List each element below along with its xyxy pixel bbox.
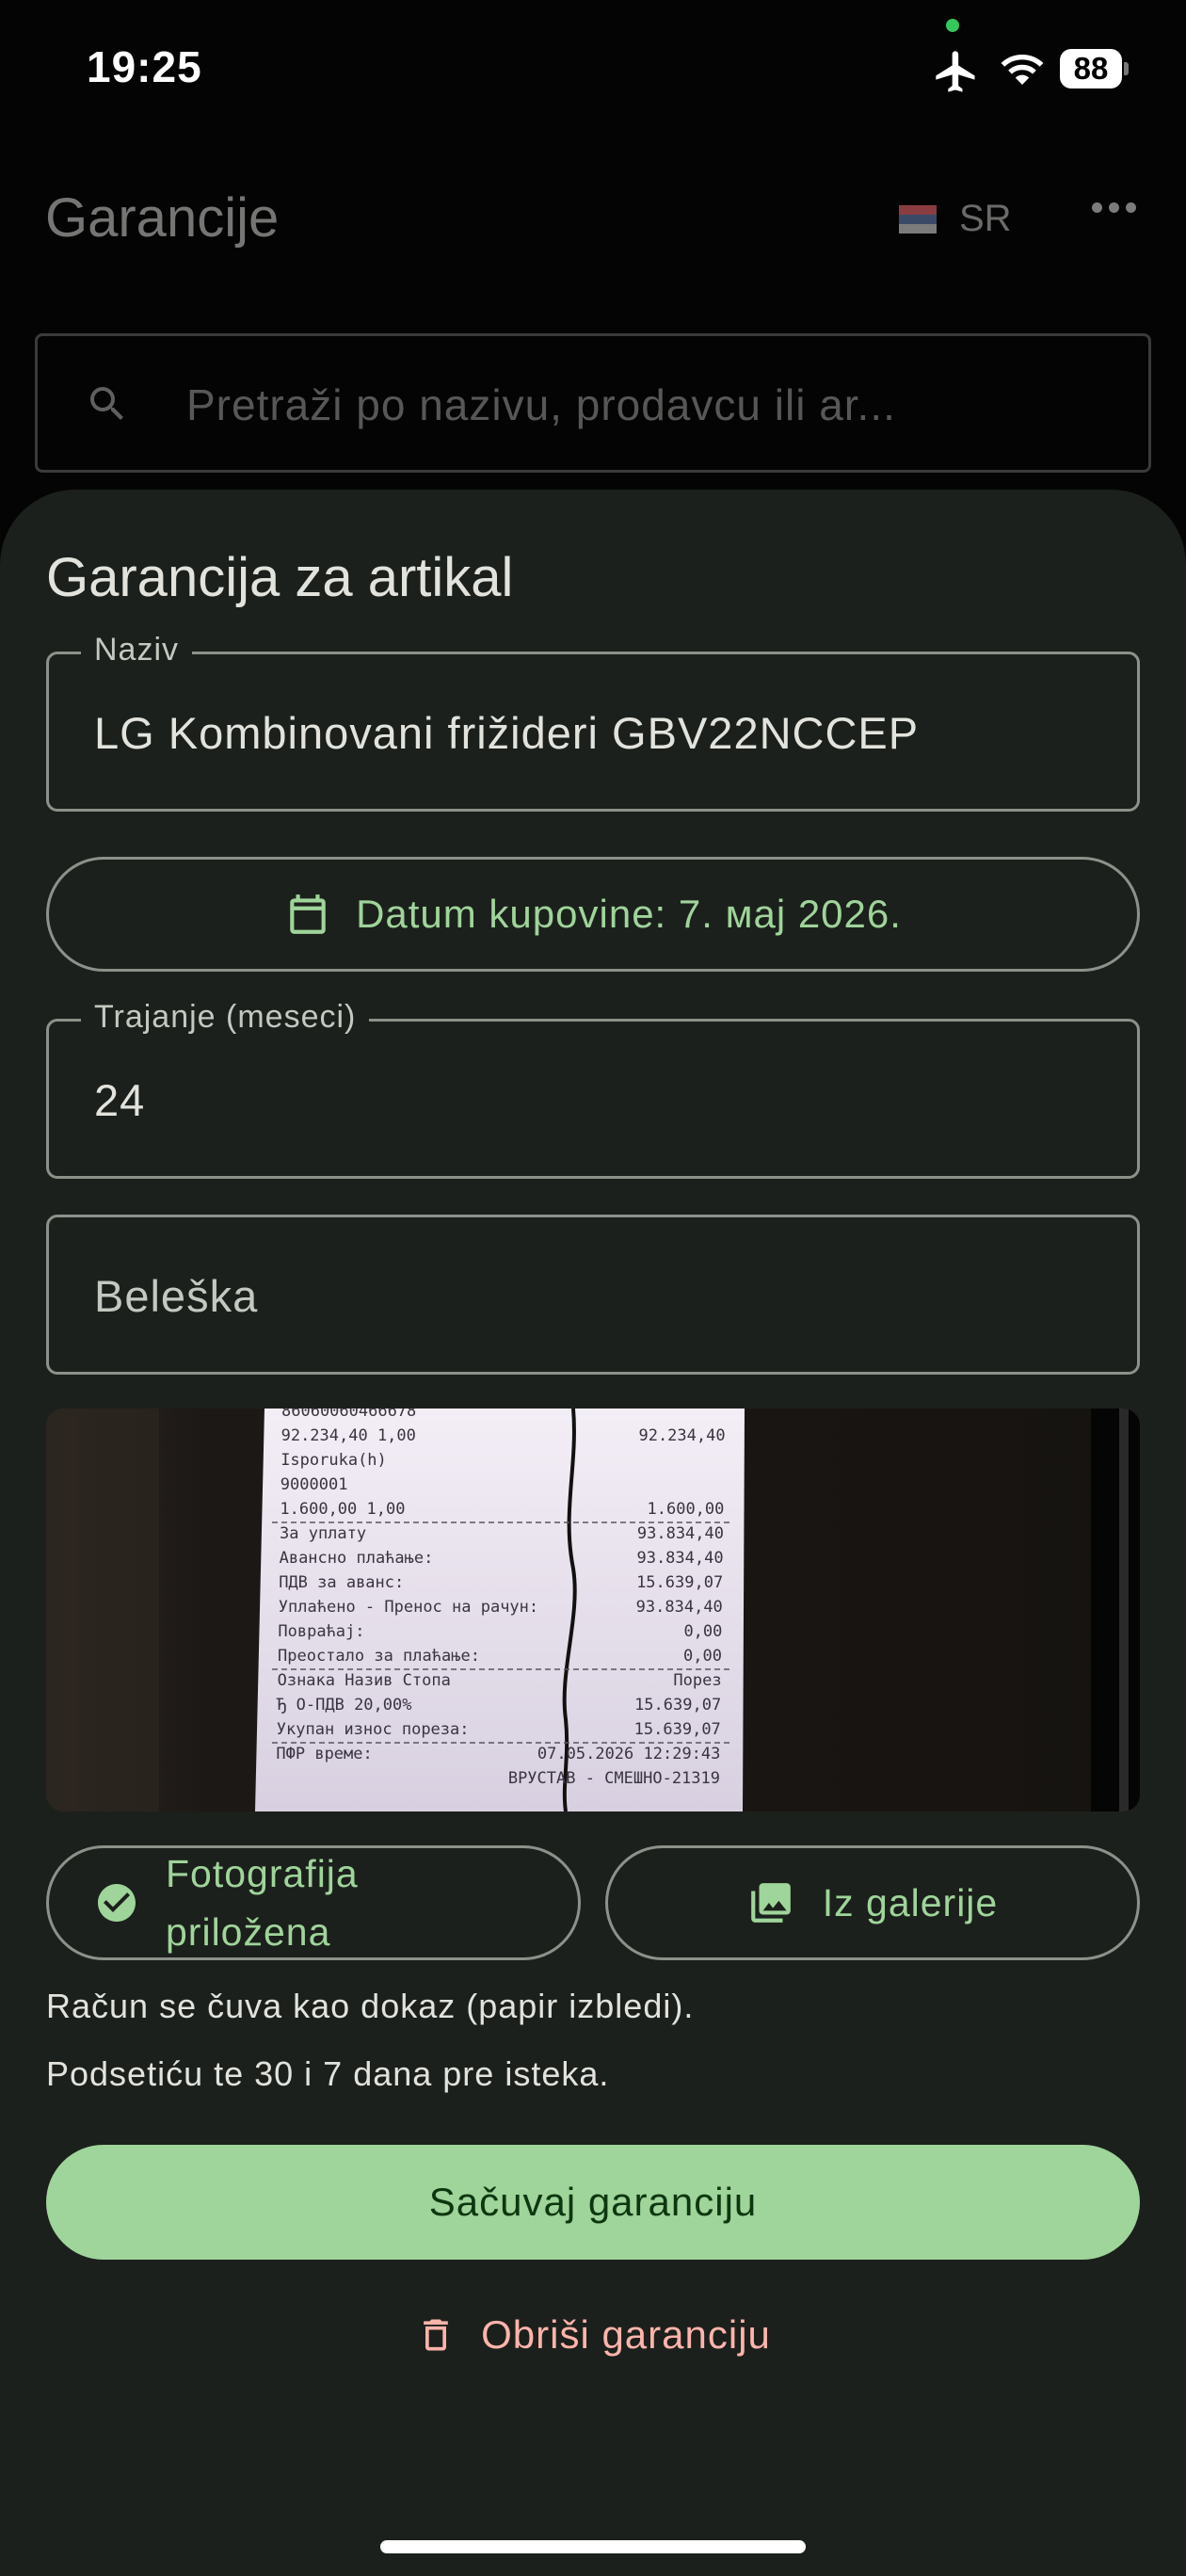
receipt-line-left: Укупан износ пореза: [277, 1720, 470, 1739]
receipt-line-right: 0,00 [683, 1622, 722, 1641]
receipt-line-right: 07.05.2026 12:29:43 [537, 1745, 720, 1763]
privacy-indicator-dot [946, 19, 959, 32]
receipt-photo[interactable]: 86060060466678 92.234,40 1,00 92.234,40 Is… [46, 1409, 1140, 1811]
name-field-value: LG Kombinovani frižideri GBV22NCCEP [94, 708, 920, 758]
receipt-line-right: 92.234,40 [638, 1426, 725, 1445]
receipt-line-left: 9000001 [280, 1475, 348, 1494]
language-label: SR [959, 198, 1012, 239]
status-bar: 19:25 88 [0, 0, 1186, 141]
receipt-line-right: 15.639,07 [634, 1696, 721, 1715]
note-field[interactable]: Beleška [46, 1215, 1140, 1375]
check-circle-icon [98, 1884, 136, 1922]
receipt-line-right: 15.639,07 [634, 1720, 721, 1739]
name-field-label: Naziv [81, 632, 193, 668]
save-warranty-label: Sačuvaj garanciju [428, 2180, 758, 2224]
info-receipt-text: Račun se čuva kao dokaz (papir izbledi). [46, 1987, 695, 2025]
receipt-line-left: Isporuka(h) [280, 1451, 387, 1470]
receipt-line-left: ПДВ за аванс: [279, 1573, 404, 1592]
page-title: Garancije [45, 187, 280, 249]
name-field[interactable]: Naziv LG Kombinovani frižideri GBV22NCCE… [46, 632, 1140, 812]
home-indicator[interactable] [380, 2540, 806, 2553]
receipt-line-right: 93.834,40 [636, 1598, 723, 1617]
receipt-line-left: Повраћај: [278, 1622, 364, 1641]
more-horizontal-icon[interactable] [1092, 202, 1136, 213]
receipt-line-left: 1.600,00 1,00 [280, 1500, 405, 1519]
purchase-date-label: Datum kupovine: 7. мај 2026. [356, 892, 902, 936]
receipt-line-right: 0,00 [683, 1647, 722, 1666]
search-placeholder: Pretraži po nazivu, prodavcu ili ar... [186, 380, 896, 429]
duration-field-value: 24 [94, 1075, 146, 1125]
receipt-line-right: 1.600,00 [648, 1500, 725, 1519]
calendar-icon [290, 894, 326, 934]
receipt-image: 86060060466678 92.234,40 1,00 92.234,40 Is… [46, 1409, 1140, 1811]
wifi-icon [1001, 55, 1044, 85]
status-time: 19:25 [87, 42, 202, 91]
sheet-title: Garancija za artikal [46, 547, 514, 608]
gallery-label: Iz galerije [822, 1881, 999, 1924]
battery-level: 88 [1073, 51, 1109, 86]
image-icon [750, 1883, 791, 1923]
airplane-icon [936, 51, 975, 92]
receipt-line-left: Ђ О-ПДВ 20,00% [276, 1696, 411, 1715]
receipt-line-right: 93.834,40 [637, 1524, 724, 1543]
photo-attached-label: Fotografija priložena [166, 1852, 359, 1954]
delete-warranty-label: Obriši garanciju [481, 2312, 771, 2357]
purchase-date-button[interactable]: Datum kupovine: 7. мај 2026. [46, 857, 1140, 972]
battery-icon: 88 [1060, 49, 1129, 89]
note-field-placeholder: Beleška [94, 1271, 259, 1321]
receipt-line-left: Ознака Назив Стопа [278, 1671, 451, 1690]
receipt-line-left: 86060060466678 [281, 1409, 416, 1421]
gallery-button[interactable]: Iz galerije [605, 1845, 1140, 1960]
search-input[interactable]: Pretraži po nazivu, prodavcu ili ar... [35, 333, 1151, 473]
trash-icon [424, 2319, 448, 2351]
receipt-line-left: За уплату [280, 1524, 366, 1543]
receipt-line-left: Уплаћено - Пренос на рачун: [279, 1598, 538, 1617]
serbia-flag-icon [899, 204, 937, 233]
search-icon [90, 387, 123, 420]
photo-actions-row: Fotografija priložena Iz galerije [46, 1845, 1140, 1960]
receipt-line-right: 15.639,07 [636, 1573, 723, 1592]
receipt-line-left: Преостало за плаћање: [278, 1647, 480, 1666]
receipt-line-left: ПФР време: [276, 1745, 372, 1763]
receipt-line-right: 93.834,40 [636, 1549, 723, 1568]
duration-field[interactable]: Trajanje (meseci) 24 [46, 999, 1140, 1179]
receipt-line-right: Порез [673, 1671, 721, 1690]
duration-field-label: Trajanje (meseci) [81, 999, 370, 1036]
info-reminder-text: Podsetiću te 30 i 7 dana pre isteka. [46, 2054, 610, 2093]
delete-warranty-button[interactable]: Obriši garanciju [395, 2288, 791, 2382]
warranty-bottom-sheet: Garancija za artikal Naziv LG Kombinovan… [0, 490, 1186, 2576]
receipt-line-left: Авансно плаћање: [280, 1549, 434, 1568]
photo-attached-button[interactable]: Fotografija priložena [46, 1845, 581, 1960]
language-selector[interactable]: SR [899, 198, 1012, 240]
save-warranty-button[interactable]: Sačuvaj garanciju [46, 2145, 1140, 2260]
receipt-line-left: 92.234,40 1,00 [281, 1426, 416, 1445]
receipt-line-right: ВРУСТАВ - СМЕШНО-21319 [508, 1769, 720, 1788]
